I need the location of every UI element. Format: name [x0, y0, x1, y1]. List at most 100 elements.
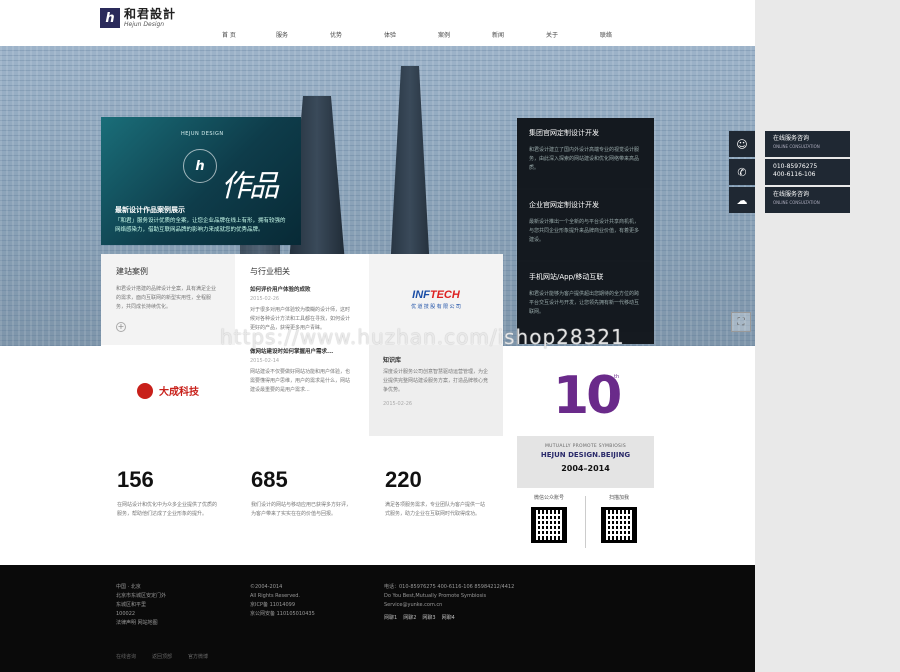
list-item[interactable]: 手机网站/App/移动互联 和君设计能够为客户提供超出您期待的全方位的跨平台交互…: [517, 262, 654, 332]
footer-links[interactable]: 法律声明 网站地图: [116, 619, 166, 628]
infotech-accent: TECH: [429, 289, 460, 301]
item-title: 企业官网定制设计开发: [529, 201, 599, 209]
svc-phone: 400-6116-106: [773, 171, 816, 178]
plus-icon[interactable]: +: [116, 322, 126, 332]
anniv-name: HEJUN DESIGN.BEIJING: [540, 451, 631, 459]
online-consult-button[interactable]: 在线服务咨询 ONLINE CONSULTATION: [765, 131, 850, 157]
infotech-sub: 优 道 技 股 有 限 公 司: [411, 304, 461, 310]
news-date: 2015-02-26: [250, 296, 280, 302]
footer-email[interactable]: Service@yunke.com.cn: [384, 601, 514, 610]
footer-line: 中国 · 北京: [116, 584, 141, 590]
item-desc: 和君设计建立了国内外设计高端专业的视觉设计服务，由此深入探索的网站建设和优化网络…: [529, 147, 640, 171]
footer-line: 100022: [116, 611, 136, 617]
divider: [585, 496, 586, 548]
qr-code-icon: [601, 507, 637, 543]
item-desc: 和君设计能够为客户提供超出您期待的全方位的跨平台交互设计与开发，让您领先拥有新一…: [529, 291, 640, 315]
works-heading: 作品: [221, 169, 279, 204]
footer: 中国 · 北京 北京市东城区安定门外 东城区和平里 100022 法律声明 网站…: [0, 565, 755, 672]
logo-mark: h: [100, 8, 120, 28]
qr-label: 扫描加我: [608, 495, 629, 501]
right-gutter: [755, 0, 900, 672]
stat-number: 685: [251, 467, 288, 492]
item-title: 手机网站/App/移动互联: [529, 273, 604, 281]
logo-cn: 和君設計: [124, 7, 177, 21]
dacheng-icon: [137, 382, 153, 399]
chat-icon[interactable]: ☺: [729, 131, 755, 157]
case-title[interactable]: 建站案例: [116, 266, 220, 277]
logo-en: Hejun Design: [124, 21, 165, 28]
nav-cases[interactable]: 案例: [438, 30, 492, 39]
online-consult-button[interactable]: 在线服务咨询 ONLINE CONSULTATION: [765, 187, 850, 213]
dacheng-name: 大成科技: [159, 387, 199, 398]
watermark-text: https://www.huzhan.com/ishop28321: [220, 325, 625, 349]
anniv-th: th: [614, 374, 620, 380]
chat-link[interactable]: 网聊1: [384, 614, 397, 623]
anniv-band: MUTUALLY PROMOTE SYMBIOSIS HEJUN DESIGN.…: [517, 436, 654, 488]
chat-link[interactable]: 网聊2: [403, 614, 416, 623]
stat-desc: 在网站设计和优化中为众多企业提供了优质的服务，帮助他们达成了企业形象的提升。: [117, 502, 218, 517]
nav-service[interactable]: 服务: [276, 30, 330, 39]
logo-mark-icon: h: [183, 149, 217, 183]
knowledge-desc: 深度设计服务公司创意智慧驱动运营管理，为企业提供完整网站建设服务方案，打造品牌核…: [383, 369, 489, 393]
nav-advantage[interactable]: 优势: [330, 30, 384, 39]
footer-line: All Rights Reserved.: [250, 593, 301, 599]
stat-number: 156: [117, 467, 154, 492]
stat-desc: 满足各项服务需求，专业团队为客户提供一站式服务，助力企业在互联网时代取得成功。: [385, 502, 486, 517]
header: h 和君設計 Hejun Design 首 页 服务 优势 体验 案例 新闻 关…: [0, 0, 755, 46]
nav-home[interactable]: 首 页: [222, 30, 276, 39]
works-desc: 「和君」服务设计优质的全案，让您企业品牌在线上有形，拥有较强的网络感染力，借助互…: [115, 218, 286, 233]
news-heading[interactable]: 与行业相关: [250, 266, 354, 277]
footer-line: 京ICP备 11014099: [250, 602, 296, 608]
footer-address: 中国 · 北京 北京市东城区安定门外 东城区和平里 100022 法律声明 网站…: [116, 583, 166, 628]
anniv-number: 10: [553, 366, 622, 426]
list-item[interactable]: 企业官网定制设计开发 最新设计推出一个全新的与平台设计共享商机机，与您共同企业形…: [517, 190, 654, 260]
svc-sub: ONLINE CONSULTATION: [773, 200, 820, 205]
phone-box[interactable]: 010-85976275 400-6116-106: [765, 159, 850, 185]
news-link[interactable]: 如何评价用户体验的成败: [250, 285, 354, 293]
infotech-main: INF: [412, 289, 430, 301]
dacheng-logo: 大成科技: [137, 382, 199, 399]
footer-contact: 电话：010-85976275 400-6116-106 85984212/44…: [384, 583, 514, 623]
stats-panel: 156 在网站设计和优化中为众多企业提供了优质的服务，帮助他们达成了企业形象的提…: [101, 449, 502, 548]
svc-phone: 010-85976275: [773, 163, 818, 170]
nav-news[interactable]: 新闻: [492, 30, 546, 39]
service-list: 集团官网定制设计开发 和君设计建立了国内外设计高端专业的视觉设计服务，由此深入探…: [517, 118, 654, 344]
chat-link[interactable]: 网聊4: [442, 614, 455, 623]
footer-line: ©2004-2014: [250, 584, 283, 590]
qr-wechat: 微信公众账号: [519, 494, 579, 543]
knowledge-title[interactable]: 知识库: [383, 355, 489, 364]
infotech-logo: INFTECH 优 道 技 股 有 限 公 司: [411, 289, 461, 310]
nav-experience[interactable]: 体验: [384, 30, 438, 39]
footer-copyright: ©2004-2014 All Rights Reserved. 京ICP备 11…: [250, 583, 315, 619]
expand-icon[interactable]: ⛶: [731, 312, 751, 332]
anniv-slogan: MUTUALLY PROMOTE SYMBIOSIS: [544, 444, 626, 449]
footer-line: 京公网安备 110105010435: [250, 611, 315, 617]
stat-item: 685 我们设计的网站与移动应用已获得多方好评，为客户带来了实实在在的价值与回报…: [235, 449, 369, 548]
works-tag: HEJUN DESIGN: [181, 131, 224, 137]
phone-icon[interactable]: ✆: [729, 159, 755, 185]
chat-link[interactable]: 网聊3: [422, 614, 435, 623]
footer-bottom-link[interactable]: 官方微博: [188, 653, 208, 662]
chat-links: 网聊1 网聊2 网聊3 网聊4: [384, 614, 514, 623]
case-desc: 和君设计搭建的品牌设计全案，具有满足企业的需求，面向互联网的新型实用性，全程服务…: [116, 286, 217, 310]
nav-contact[interactable]: 联络: [600, 30, 654, 39]
qr-codes: 微信公众账号 扫描加我: [517, 494, 654, 554]
stat-item: 156 在网站设计和优化中为众多企业提供了优质的服务，帮助他们达成了企业形象的提…: [101, 449, 235, 548]
nav-about[interactable]: 关于: [546, 30, 600, 39]
works-card[interactable]: HEJUN DESIGN h 作品 最新设计作品案例展示 「和君」服务设计优质的…: [101, 117, 301, 245]
site-logo[interactable]: h 和君設計 Hejun Design: [100, 8, 176, 28]
footer-bottom-link[interactable]: 返回顶部: [152, 653, 172, 662]
knowledge-date: 2015-02-26: [383, 401, 413, 407]
qr-code-icon: [531, 507, 567, 543]
list-item[interactable]: 集团官网定制设计开发 和君设计建立了国内外设计高端专业的视觉设计服务，由此深入探…: [517, 118, 654, 188]
works-title: 最新设计作品案例展示: [115, 206, 185, 214]
svc-label: 在线服务咨询: [773, 191, 810, 198]
footer-bottom-link[interactable]: 在线咨询: [116, 653, 136, 662]
main-nav: 首 页 服务 优势 体验 案例 新闻 关于 联络: [222, 30, 654, 39]
footer-bottom: 在线咨询 返回顶部 官方微博: [116, 653, 224, 662]
case-cell: 建站案例 和君设计搭建的品牌设计全案，具有满足企业的需求，面向互联网的新型实用性…: [101, 254, 235, 345]
footer-line: 北京市东城区安定门外: [116, 593, 167, 599]
client-logo-dacheng[interactable]: 大成科技: [101, 345, 235, 436]
item-title: 集团官网定制设计开发: [529, 129, 599, 137]
wechat-icon[interactable]: ☁: [729, 187, 755, 213]
